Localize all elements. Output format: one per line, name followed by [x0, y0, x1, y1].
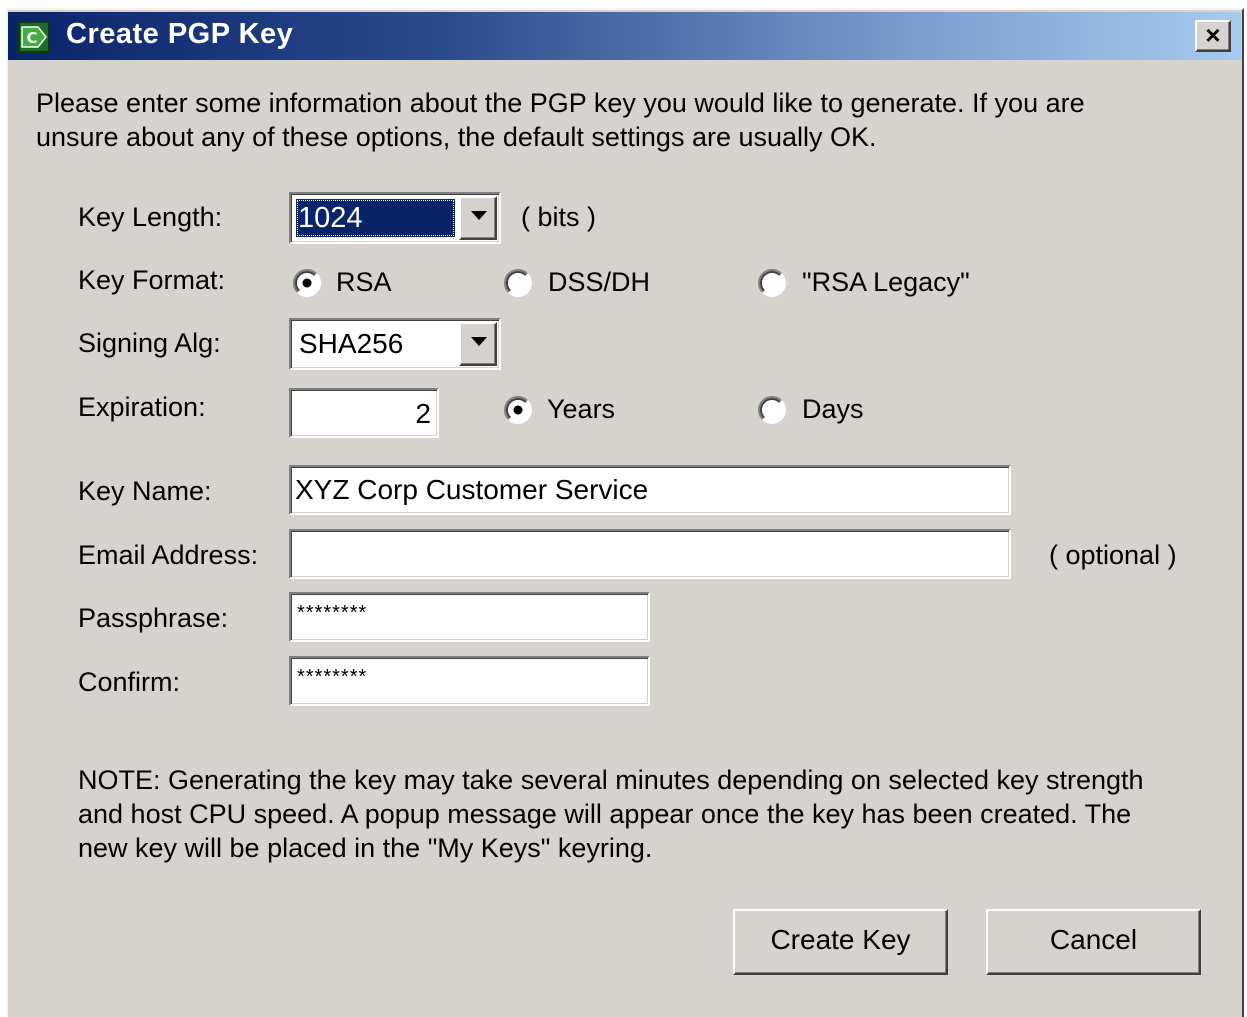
chevron-down-icon[interactable] — [459, 196, 497, 240]
signing-alg-select[interactable]: SHA256 — [289, 318, 501, 370]
key-length-value: 1024 — [298, 202, 363, 234]
expiration-label: Expiration: — [78, 392, 206, 422]
radio-rsa[interactable] — [292, 268, 322, 298]
title-bar[interactable]: C Create PGP Key × — [8, 12, 1241, 60]
close-icon[interactable]: × — [1195, 20, 1231, 52]
confirm-label: Confirm: — [78, 667, 181, 697]
intro-text: Please enter some information about the … — [36, 88, 1085, 152]
key-length-unit: ( bits ) — [521, 202, 597, 232]
passphrase-value: ******** — [297, 602, 368, 624]
radio-rsa-legacy[interactable] — [757, 268, 787, 298]
radio-rsa-legacy-label: "RSA Legacy" — [802, 267, 970, 297]
signing-alg-label: Signing Alg: — [78, 328, 221, 358]
passphrase-label: Passphrase: — [78, 603, 229, 633]
radio-rsa-label: RSA — [336, 267, 392, 297]
radio-days-label: Days — [802, 394, 864, 424]
radio-dss-dh-label: DSS/DH — [548, 267, 651, 297]
pgp-app-icon: C — [18, 21, 50, 53]
email-input[interactable] — [289, 529, 1011, 579]
email-label: Email Address: — [78, 540, 259, 570]
passphrase-input[interactable]: ******** — [289, 592, 650, 642]
key-name-label: Key Name: — [78, 476, 212, 506]
radio-dss-dh[interactable] — [503, 268, 533, 298]
signing-alg-value: SHA256 — [299, 328, 404, 359]
radio-days[interactable] — [757, 395, 787, 425]
email-hint: ( optional ) — [1049, 540, 1177, 570]
chevron-down-icon[interactable] — [459, 322, 497, 366]
window-title: Create PGP Key — [66, 18, 294, 50]
key-name-input[interactable]: XYZ Corp Customer Service — [289, 465, 1011, 515]
expiration-field[interactable]: 2 — [289, 388, 439, 438]
radio-years-label: Years — [547, 394, 616, 424]
cancel-button[interactable]: Cancel — [986, 909, 1201, 975]
note-text: NOTE: Generating the key may take severa… — [78, 765, 1144, 863]
expiration-value: 2 — [415, 398, 431, 429]
confirm-input[interactable]: ******** — [289, 656, 650, 706]
svg-text:C: C — [26, 29, 37, 47]
key-length-label: Key Length: — [78, 202, 223, 232]
key-format-label: Key Format: — [78, 265, 226, 295]
create-key-button[interactable]: Create Key — [733, 909, 948, 975]
radio-years[interactable] — [503, 395, 533, 425]
confirm-value: ******** — [297, 666, 368, 688]
key-length-select[interactable]: 1024 — [289, 192, 501, 244]
key-name-value: XYZ Corp Customer Service — [295, 474, 649, 505]
key-length-selection: 1024 — [296, 199, 455, 237]
